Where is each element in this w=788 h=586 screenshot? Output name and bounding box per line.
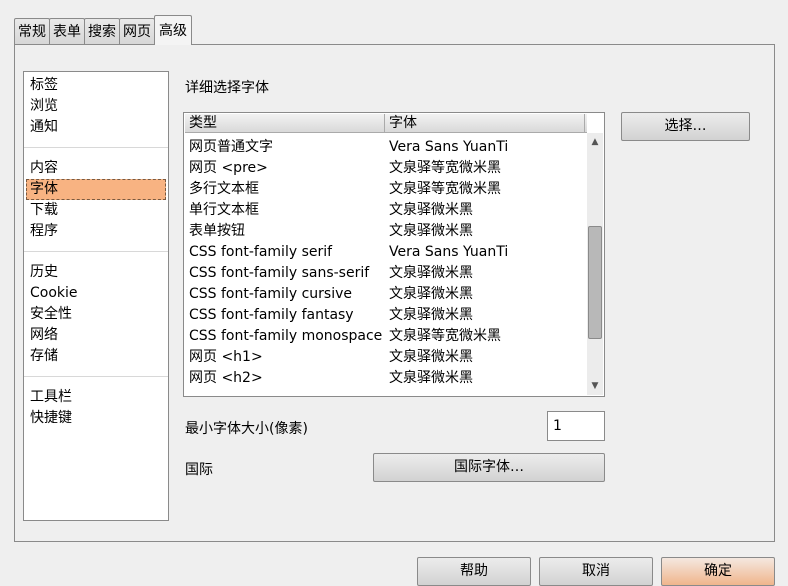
tab-webpage[interactable]: 网页 <box>119 18 155 45</box>
help-button[interactable]: 帮助 <box>417 557 531 586</box>
table-row[interactable]: 网页 <pre> 文泉驿等宽微米黑 <box>185 158 586 179</box>
fonts-section-title: 详细选择字体 <box>185 80 269 96</box>
category-separator <box>24 147 168 148</box>
row-type: 表单按钮 <box>189 223 245 239</box>
min-font-size-label: 最小字体大小(像素) <box>185 421 308 437</box>
row-type: CSS font-family sans-serif <box>189 265 370 281</box>
tab-forms[interactable]: 表单 <box>49 18 85 45</box>
row-type: 网页普通文字 <box>189 139 273 155</box>
category-item-browsing[interactable]: 浏览 <box>26 96 166 117</box>
settings-panel: 标签 浏览 通知 内容 字体 下载 程序 历史 Cookie 安全性 网络 存储… <box>14 44 775 542</box>
row-font: 文泉驿微米黑 <box>389 307 473 323</box>
table-row[interactable]: 网页 <h2> 文泉驿微米黑 <box>185 368 586 389</box>
scroll-down-icon[interactable]: ▼ <box>587 379 603 393</box>
category-separator <box>24 376 168 377</box>
category-item-security[interactable]: 安全性 <box>26 304 166 325</box>
row-font: Vera Sans YuanTi <box>389 139 509 155</box>
font-table-header: 类型 字体 <box>185 114 587 133</box>
row-type: 网页 <h2> <box>189 370 263 386</box>
row-font: 文泉驿微米黑 <box>389 286 473 302</box>
row-font: 文泉驿微米黑 <box>389 349 473 365</box>
category-item-fonts[interactable]: 字体 <box>26 179 166 200</box>
table-row[interactable]: CSS font-family cursive 文泉驿微米黑 <box>185 284 586 305</box>
table-row[interactable]: 网页 <h1> 文泉驿微米黑 <box>185 347 586 368</box>
table-row[interactable]: 表单按钮 文泉驿微米黑 <box>185 221 586 242</box>
row-type: 网页 <pre> <box>189 160 268 176</box>
table-row[interactable]: 多行文本框 文泉驿等宽微米黑 <box>185 179 586 200</box>
category-item-history[interactable]: 历史 <box>26 262 166 283</box>
row-font: 文泉驿等宽微米黑 <box>389 160 501 176</box>
category-item-notifications[interactable]: 通知 <box>26 117 166 138</box>
row-font: 文泉驿等宽微米黑 <box>389 181 501 197</box>
row-font: 文泉驿等宽微米黑 <box>389 328 501 344</box>
row-type: 多行文本框 <box>189 181 259 197</box>
category-item-storage[interactable]: 存储 <box>26 346 166 367</box>
table-row[interactable]: CSS font-family fantasy 文泉驿微米黑 <box>185 305 586 326</box>
tab-general[interactable]: 常规 <box>14 18 50 45</box>
tab-advanced[interactable]: 高级 <box>154 15 192 45</box>
category-item-toolbars[interactable]: 工具栏 <box>26 387 166 408</box>
tab-bar: 常规 表单 搜索 网页 高级 <box>14 15 192 45</box>
ok-button[interactable]: 确定 <box>661 557 775 586</box>
row-font: 文泉驿微米黑 <box>389 265 473 281</box>
column-header-type[interactable]: 类型 <box>185 114 385 133</box>
scrollbar-thumb[interactable] <box>588 226 602 339</box>
column-header-font[interactable]: 字体 <box>385 114 585 133</box>
table-row[interactable]: CSS font-family sans-serif 文泉驿微米黑 <box>185 263 586 284</box>
international-label: 国际 <box>185 462 213 478</box>
category-item-downloads[interactable]: 下载 <box>26 200 166 221</box>
row-type: CSS font-family cursive <box>189 286 352 302</box>
row-font: 文泉驿微米黑 <box>389 223 473 239</box>
category-item-cookies[interactable]: Cookie <box>26 283 166 304</box>
font-table: 类型 字体 网页普通文字 Vera Sans YuanTi 网页 <pre> 文泉驿… <box>183 112 605 397</box>
table-row[interactable]: CSS font-family serif Vera Sans YuanTi <box>185 242 586 263</box>
row-type: 网页 <h1> <box>189 349 263 365</box>
category-list: 标签 浏览 通知 内容 字体 下载 程序 历史 Cookie 安全性 网络 存储… <box>23 71 169 521</box>
row-font: 文泉驿微米黑 <box>389 370 473 386</box>
category-item-tabs[interactable]: 标签 <box>26 75 166 96</box>
font-table-scrollbar[interactable]: ▲ ▼ <box>587 133 603 395</box>
category-separator <box>24 251 168 252</box>
category-item-content[interactable]: 内容 <box>26 158 166 179</box>
row-type: 单行文本框 <box>189 202 259 218</box>
scroll-up-icon[interactable]: ▲ <box>587 135 603 149</box>
row-font: 文泉驿微米黑 <box>389 202 473 218</box>
choose-font-button[interactable]: 选择… <box>621 112 750 141</box>
table-row[interactable]: CSS font-family monospace 文泉驿等宽微米黑 <box>185 326 586 347</box>
category-item-programs[interactable]: 程序 <box>26 221 166 242</box>
row-type: CSS font-family serif <box>189 244 333 260</box>
min-font-size-input[interactable]: 1 <box>547 411 605 441</box>
table-row[interactable]: 单行文本框 文泉驿微米黑 <box>185 200 586 221</box>
category-item-shortcuts[interactable]: 快捷键 <box>26 408 166 429</box>
row-font: Vera Sans YuanTi <box>389 244 509 260</box>
category-item-network[interactable]: 网络 <box>26 325 166 346</box>
row-type: CSS font-family fantasy <box>189 307 354 323</box>
table-row[interactable]: 网页普通文字 Vera Sans YuanTi <box>185 137 586 158</box>
international-fonts-button[interactable]: 国际字体… <box>373 453 605 482</box>
tab-search[interactable]: 搜索 <box>84 18 120 45</box>
font-table-body: 网页普通文字 Vera Sans YuanTi 网页 <pre> 文泉驿等宽微米黑 … <box>185 137 586 389</box>
cancel-button[interactable]: 取消 <box>539 557 653 586</box>
row-type: CSS font-family monospace <box>189 328 383 344</box>
